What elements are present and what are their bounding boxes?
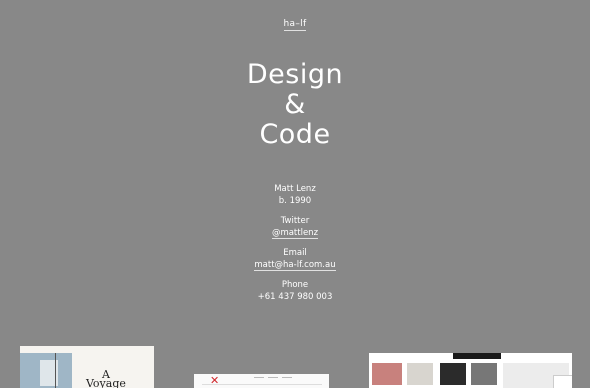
- page: ha–lf Design & Code Matt Lenz b. 1990 Tw…: [0, 0, 590, 388]
- headline-line-2: &: [284, 89, 306, 120]
- project-thumbnail-pinboard[interactable]: ✕: [194, 374, 329, 388]
- nav-line: [282, 377, 292, 378]
- voyage-title-line-2: Voyage: [86, 377, 126, 388]
- book-cover-image: [553, 375, 572, 388]
- name-text: Matt Lenz: [274, 184, 316, 194]
- contact-info: Matt Lenz b. 1990 Twitter @mattlenz Emai…: [0, 183, 590, 311]
- nav-line: [254, 377, 264, 378]
- project-thumbnail-shop[interactable]: [369, 353, 572, 388]
- email-label: Email: [283, 248, 307, 258]
- headline-line-1: Design: [246, 59, 344, 90]
- project-thumbnail-voyage[interactable]: A Voyage: [20, 346, 154, 388]
- logo-link[interactable]: ha–lf: [283, 19, 307, 31]
- nav-line: [268, 377, 278, 378]
- product-image: [407, 363, 433, 385]
- headline-line-3: Code: [259, 119, 331, 150]
- phone-label: Phone: [281, 280, 309, 290]
- mast-shape: [55, 353, 56, 388]
- close-x-icon: ✕: [210, 374, 220, 387]
- email-link[interactable]: matt@ha-lf.com.au: [254, 260, 336, 271]
- product-image: [471, 363, 497, 385]
- product-image: [372, 363, 402, 385]
- voyage-title: A Voyage: [86, 369, 126, 388]
- product-image: [440, 363, 466, 385]
- phone-number: +61 437 980 003: [257, 292, 333, 302]
- twitter-link[interactable]: @mattlenz: [271, 228, 319, 239]
- site-logo: ha–lf: [0, 19, 590, 31]
- phone-group: Phone +61 437 980 003: [0, 279, 590, 303]
- birth-year-text: b. 1990: [278, 196, 312, 206]
- twitter-group: Twitter @mattlenz: [0, 215, 590, 239]
- headline: Design & Code: [0, 60, 590, 150]
- twitter-label: Twitter: [280, 216, 310, 226]
- identity-group: Matt Lenz b. 1990: [0, 183, 590, 207]
- header-bar: [453, 353, 501, 359]
- email-group: Email matt@ha-lf.com.au: [0, 247, 590, 271]
- divider: [202, 384, 322, 385]
- featured-image: [503, 363, 572, 388]
